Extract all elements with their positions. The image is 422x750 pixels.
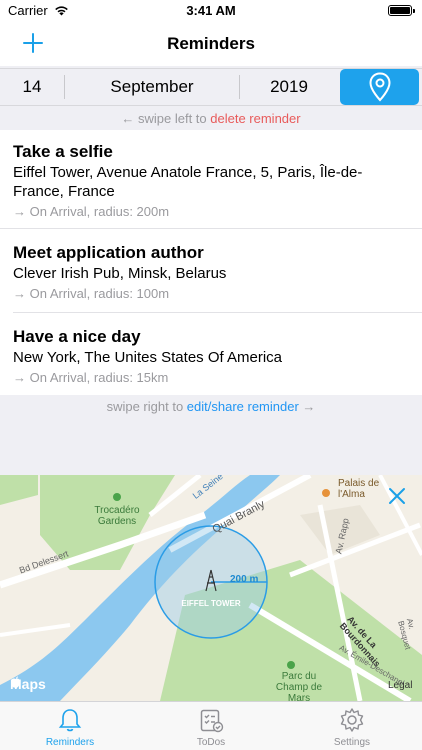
reminder-address: Eiffel Tower, Avenue Anatole France, 5, … xyxy=(13,164,363,200)
tab-bar: Reminders ToDos Settings xyxy=(0,701,422,750)
gear-icon xyxy=(340,708,364,732)
champ-label: Parc du Champ de Mars xyxy=(275,671,323,701)
eiffel-tower-label: EIFFEL TOWER xyxy=(181,599,241,608)
date-selector: 14 September 2019 xyxy=(0,68,422,106)
navigation-bar: Reminders xyxy=(0,22,422,66)
reminder-address: New York, The Unites States Of America xyxy=(13,349,283,366)
list-item[interactable]: Meet application author Clever Irish Pub… xyxy=(0,228,422,312)
reminder-meta: → On Arrival, radius: 200m xyxy=(13,204,170,219)
day-selector[interactable]: 14 xyxy=(0,69,64,105)
battery-icon xyxy=(388,5,415,16)
status-time: 3:41 AM xyxy=(186,3,236,18)
location-pin-icon xyxy=(368,72,391,102)
swipe-right-hint: swipe right to edit/share reminder → xyxy=(0,399,422,414)
delete-hint-text: delete reminder xyxy=(210,111,301,126)
bell-icon xyxy=(58,709,82,732)
reminder-meta: → On Arrival, radius: 15km xyxy=(13,370,169,385)
tab-label: Reminders xyxy=(45,737,95,748)
year-selector[interactable]: 2019 xyxy=(240,69,338,105)
tab-reminders[interactable]: Reminders xyxy=(0,702,140,750)
month-selector[interactable]: September xyxy=(65,69,239,105)
tab-label: Settings xyxy=(333,737,371,748)
reminder-meta: → On Arrival, radius: 100m xyxy=(13,286,170,301)
checklist-icon xyxy=(200,709,224,733)
hint-suffix: → xyxy=(298,399,316,414)
reminder-title: Have a nice day xyxy=(13,327,141,346)
close-icon[interactable] xyxy=(388,487,410,509)
reminder-title: Meet application author xyxy=(13,243,204,262)
list-item[interactable]: Have a nice day New York, The Unites Sta… xyxy=(0,313,422,395)
legal-link[interactable]: Legal xyxy=(388,680,412,691)
tab-label: ToDos xyxy=(196,737,226,748)
radius-label: 200 m xyxy=(230,574,259,585)
tab-settings[interactable]: Settings xyxy=(282,702,422,750)
status-bar: Carrier 3:41 AM xyxy=(0,0,422,22)
page-title: Reminders xyxy=(167,34,255,53)
trocadero-label: Trocadéro Gardens xyxy=(94,505,140,527)
swipe-left-hint: ← swipe left to delete reminder xyxy=(0,111,422,126)
edit-share-hint-text: edit/share reminder xyxy=(186,399,299,414)
location-button[interactable] xyxy=(340,69,419,105)
apple-icon xyxy=(11,676,20,688)
map-view[interactable]: Trocadéro Gardens La Seine Quai Branly P… xyxy=(0,475,422,701)
hint-prefix: ← swipe left to xyxy=(121,111,211,126)
tab-todos[interactable]: ToDos xyxy=(141,702,281,750)
hint-prefix: swipe right to xyxy=(106,399,187,414)
maps-logo: Maps xyxy=(10,676,46,692)
list-item[interactable]: Take a selfie Eiffel Tower, Avenue Anato… xyxy=(0,130,422,228)
reminder-title: Take a selfie xyxy=(13,142,113,161)
reminders-list: Take a selfie Eiffel Tower, Avenue Anato… xyxy=(0,130,422,395)
reminder-address: Clever Irish Pub, Minsk, Belarus xyxy=(13,265,227,282)
